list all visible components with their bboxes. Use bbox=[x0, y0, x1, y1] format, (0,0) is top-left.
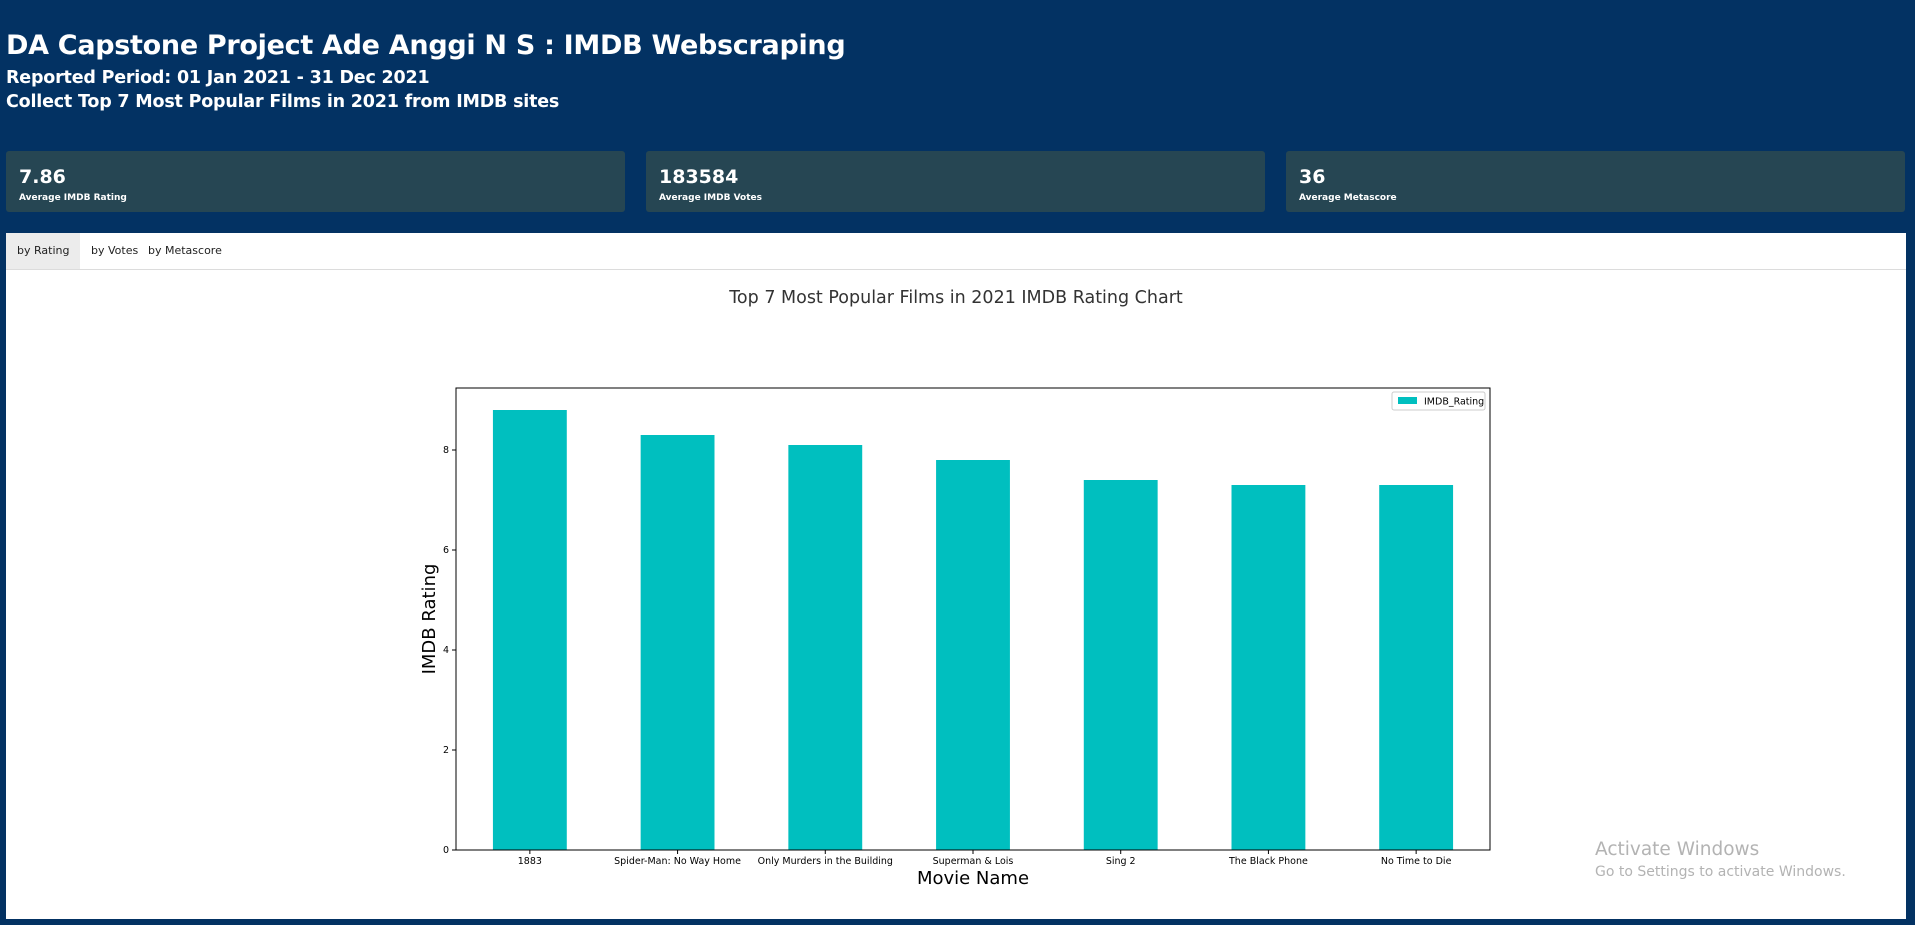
bar-6 bbox=[1379, 485, 1454, 850]
watermark-title: Activate Windows bbox=[1595, 839, 1760, 860]
chart-panel: by Rating by Votes by Metascore Top 7 Mo… bbox=[6, 233, 1906, 919]
card-value: 7.86 bbox=[19, 166, 66, 188]
bar-1 bbox=[640, 435, 715, 850]
activate-windows-watermark: Activate Windows Go to Settings to activ… bbox=[1595, 838, 1846, 882]
card-value: 36 bbox=[1299, 166, 1326, 188]
legend-swatch bbox=[1398, 397, 1417, 404]
x-tick-label: Superman & Lois bbox=[933, 856, 1014, 867]
card-average-metascore: 36 Average Metascore bbox=[1286, 151, 1905, 212]
x-tick-label: 1883 bbox=[518, 856, 542, 867]
x-tick-label: Only Murders in the Building bbox=[758, 856, 893, 867]
page-description: Collect Top 7 Most Popular Films in 2021… bbox=[6, 92, 560, 112]
dashboard-header: DA Capstone Project Ade Anggi N S : IMDB… bbox=[6, 26, 846, 114]
card-average-votes: 183584 Average IMDB Votes bbox=[646, 151, 1265, 212]
page-title: DA Capstone Project Ade Anggi N S : IMDB… bbox=[6, 30, 846, 61]
x-tick-label: No Time to Die bbox=[1381, 856, 1452, 867]
card-label: Average IMDB Rating bbox=[19, 193, 127, 203]
bar-4 bbox=[1083, 480, 1158, 850]
bar-2 bbox=[788, 445, 863, 850]
y-tick-label: 8 bbox=[443, 445, 449, 456]
watermark-subtitle: Go to Settings to activate Windows. bbox=[1595, 864, 1846, 880]
bar-5 bbox=[1231, 485, 1306, 850]
x-tick-label: Spider-Man: No Way Home bbox=[614, 856, 741, 867]
y-tick-label: 2 bbox=[443, 745, 449, 756]
card-label: Average Metascore bbox=[1299, 193, 1397, 203]
bar-0 bbox=[492, 410, 567, 850]
reported-period: Reported Period: 01 Jan 2021 - 31 Dec 20… bbox=[6, 68, 430, 88]
bar-3 bbox=[936, 460, 1010, 850]
y-axis-label: IMDB Rating bbox=[419, 564, 440, 675]
x-tick-label: Sing 2 bbox=[1106, 856, 1136, 867]
rating-bar-chart: 1883 Spider-Man: No Way Home Only Murders … bbox=[419, 387, 1491, 889]
x-tick-label: The Black Phone bbox=[1228, 856, 1308, 867]
legend-label: IMDB_Rating bbox=[1424, 397, 1484, 408]
card-label: Average IMDB Votes bbox=[659, 193, 762, 203]
y-tick-label: 6 bbox=[443, 545, 449, 556]
y-tick-label: 4 bbox=[443, 645, 449, 656]
x-axis-label: Movie Name bbox=[917, 868, 1029, 889]
card-average-rating: 7.86 Average IMDB Rating bbox=[6, 151, 625, 212]
card-value: 183584 bbox=[659, 166, 739, 188]
y-tick-label: 0 bbox=[443, 845, 449, 856]
